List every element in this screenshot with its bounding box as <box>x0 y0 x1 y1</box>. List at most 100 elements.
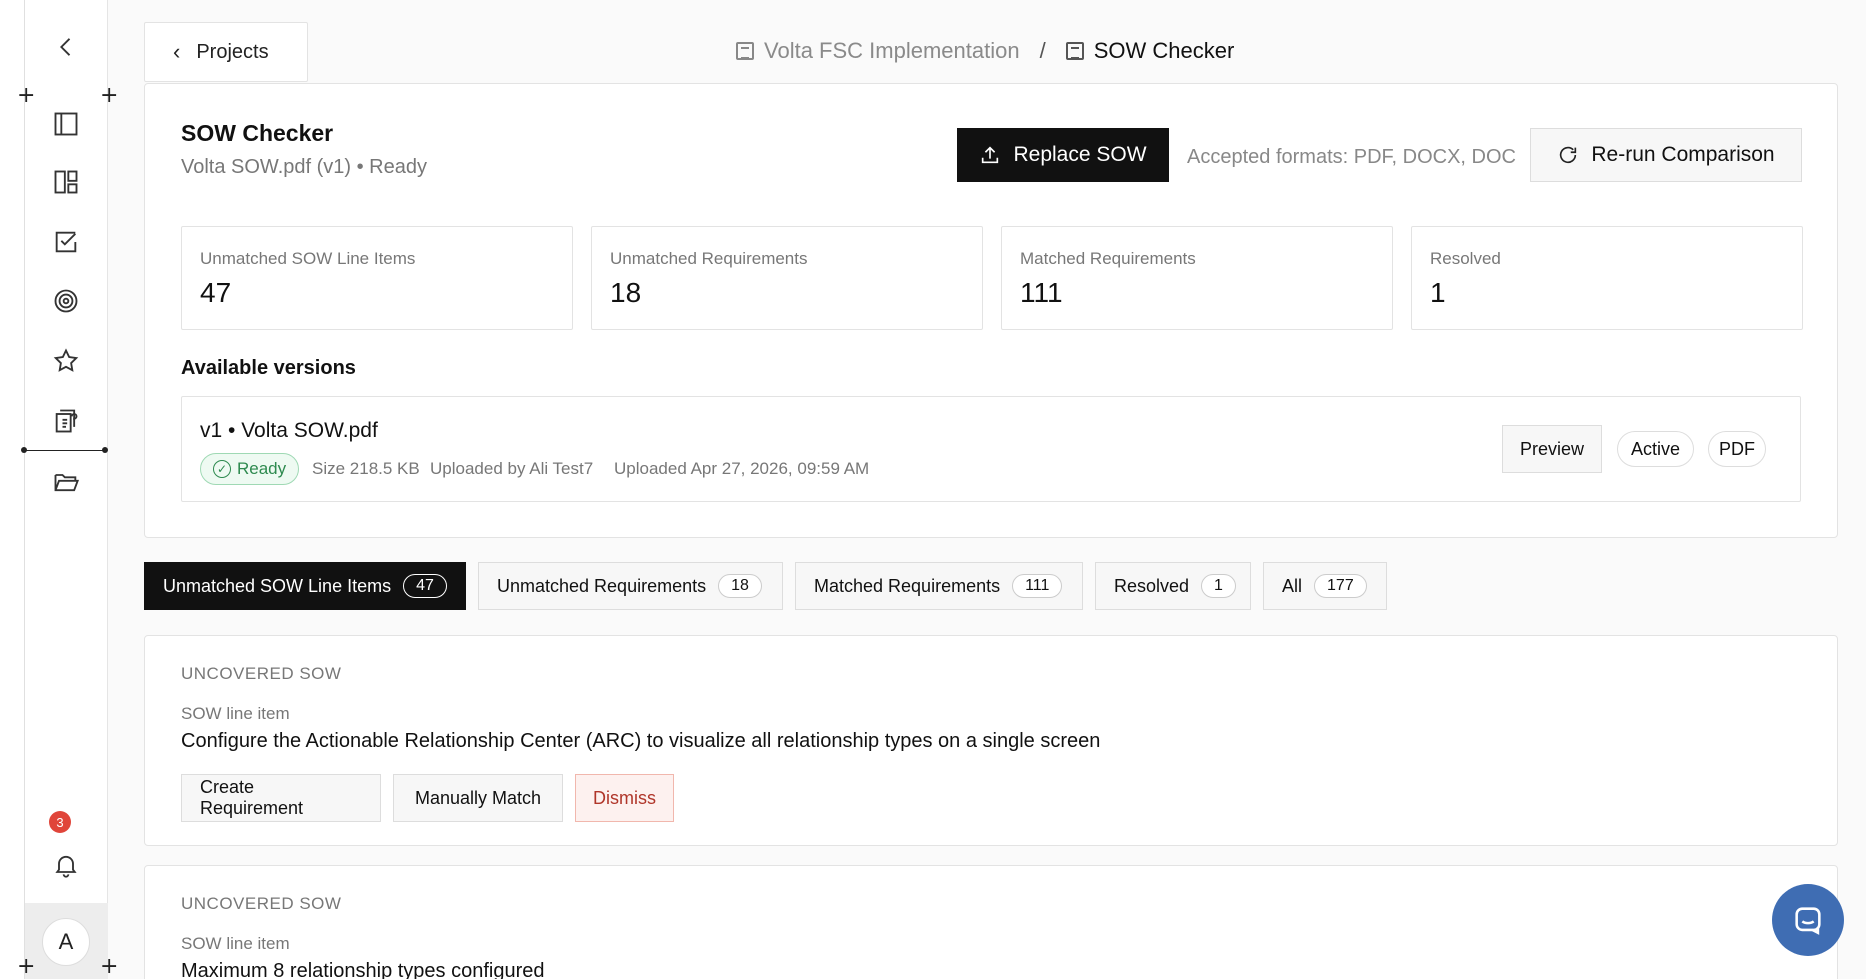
stat-value: 18 <box>610 277 642 308</box>
format-badge: PDF <box>1708 431 1766 467</box>
sidebar-item-files[interactable] <box>46 462 86 502</box>
sidebar-item-panel[interactable] <box>46 104 86 144</box>
bell-icon <box>55 855 77 878</box>
tab-label: All <box>1282 575 1303 596</box>
folder-open-icon <box>54 474 80 492</box>
document-icon <box>1065 42 1084 60</box>
dashboard-icon <box>54 170 78 194</box>
create-requirement-button[interactable]: Create Requirement <box>181 774 381 822</box>
collapse-sidebar-button[interactable] <box>46 27 86 67</box>
item-kind: UNCOVERED SOW <box>181 894 342 913</box>
crosshair-marker: + <box>17 83 36 108</box>
tab-label: Matched Requirements <box>814 575 1001 596</box>
breadcrumb-current: SOW Checker <box>1093 38 1235 63</box>
tab-count: 1 <box>1201 574 1236 598</box>
active-badge: Active <box>1617 431 1694 467</box>
notification-count-badge: 3 <box>49 811 71 833</box>
stat-unmatched-sow: Unmatched SOW Line Items 47 <box>181 226 573 330</box>
manually-match-button[interactable]: Manually Match <box>393 774 563 822</box>
rerun-comparison-button[interactable]: Re-run Comparison <box>1530 128 1802 182</box>
dismiss-button[interactable]: Dismiss <box>575 774 674 822</box>
tab-all[interactable]: All 177 <box>1263 562 1387 610</box>
tab-matched-requirements[interactable]: Matched Requirements 111 <box>795 562 1083 610</box>
item-kind: UNCOVERED SOW <box>181 664 342 683</box>
sidebar-item-tasks[interactable] <box>46 222 86 262</box>
stat-label: Unmatched SOW Line Items <box>200 249 416 268</box>
star-icon <box>53 348 79 372</box>
status-badge-label: Ready <box>237 459 287 478</box>
document-question-icon <box>55 409 78 433</box>
version-name: v1 • Volta SOW.pdf <box>200 419 378 442</box>
tab-count: 177 <box>1314 574 1367 598</box>
replace-sow-label: Replace SOW <box>1013 143 1147 166</box>
breadcrumb-separator: / <box>1039 38 1046 63</box>
stat-label: Unmatched Requirements <box>610 249 808 268</box>
sidebar-divider <box>22 450 106 451</box>
stat-label: Resolved <box>1430 249 1501 268</box>
chevron-left-icon: ‹ <box>173 39 181 64</box>
chat-launcher-button[interactable] <box>1772 884 1844 956</box>
item-sub-label: SOW line item <box>181 934 290 953</box>
sidebar-item-dashboard[interactable] <box>46 162 86 202</box>
accepted-formats: Accepted formats: PDF, DOCX, DOC <box>1187 146 1516 168</box>
tab-count: 111 <box>1012 574 1063 598</box>
check-circle-icon: ✓ <box>213 460 231 478</box>
stat-value: 47 <box>200 277 232 308</box>
sidebar: + + 3 A + + <box>0 0 118 979</box>
status-badge: ✓ Ready <box>200 453 300 485</box>
preview-button[interactable]: Preview <box>1502 425 1602 473</box>
tab-label: Resolved <box>1114 575 1190 596</box>
tab-label: Unmatched SOW Line Items <box>163 575 392 596</box>
back-button-label: Projects <box>196 40 269 63</box>
divider-handle <box>21 447 27 453</box>
rerun-comparison-label: Re-run Comparison <box>1591 143 1775 166</box>
document-icon <box>736 42 754 60</box>
crosshair-marker: + <box>100 83 119 108</box>
versions-heading: Available versions <box>181 357 356 379</box>
chevron-left-icon <box>60 38 71 56</box>
item-description: Maximum 8 relationship types configured <box>181 960 545 979</box>
file-size: Size 218.5 KB <box>312 459 420 478</box>
sow-checker-card: SOW Checker Volta SOW.pdf (v1) • Ready R… <box>144 83 1838 538</box>
version-row: v1 • Volta SOW.pdf ✓ Ready Size 218.5 KB… <box>181 396 1801 502</box>
upload-icon <box>982 146 999 164</box>
stat-value: 111 <box>1020 277 1063 308</box>
tab-label: Unmatched Requirements <box>497 575 707 596</box>
tab-unmatched-requirements[interactable]: Unmatched Requirements 18 <box>478 562 783 610</box>
uploaded-by: Uploaded by Ali Test7 <box>430 459 594 478</box>
list-item: UNCOVERED SOW SOW line item Maximum 8 re… <box>144 865 1838 979</box>
stat-label: Matched Requirements <box>1020 249 1196 268</box>
sidebar-guide-line <box>24 0 25 979</box>
replace-sow-button[interactable]: Replace SOW <box>957 128 1169 182</box>
tab-resolved[interactable]: Resolved 1 <box>1095 562 1251 610</box>
tab-count: 18 <box>718 574 762 598</box>
breadcrumb: Volta FSC Implementation / SOW Checker <box>736 38 1234 64</box>
sidebar-item-favorites[interactable] <box>46 341 86 381</box>
stat-value: 1 <box>1430 277 1446 308</box>
back-to-projects-button[interactable]: ‹ Projects <box>144 22 308 82</box>
tab-unmatched-sow[interactable]: Unmatched SOW Line Items 47 <box>144 562 466 610</box>
page-title: SOW Checker <box>181 120 334 146</box>
notifications-button[interactable] <box>46 845 86 885</box>
item-description: Configure the Actionable Relationship Ce… <box>181 730 1101 752</box>
stat-matched-requirements: Matched Requirements 111 <box>1001 226 1393 330</box>
sidebar-panel-icon <box>54 112 78 136</box>
breadcrumb-parent-link[interactable]: Volta FSC Implementation <box>764 38 1020 64</box>
sidebar-item-goals[interactable] <box>46 281 86 321</box>
stat-resolved: Resolved 1 <box>1411 226 1803 330</box>
sidebar-item-sow-checker[interactable] <box>46 401 86 441</box>
checkbox-icon <box>55 231 77 253</box>
stat-unmatched-requirements: Unmatched Requirements 18 <box>591 226 983 330</box>
target-icon <box>54 289 78 313</box>
chat-icon <box>1795 907 1821 935</box>
tab-count: 47 <box>403 574 447 598</box>
avatar[interactable]: A <box>42 918 90 966</box>
uploaded-date: Uploaded Apr 27, 2026, 09:59 AM <box>614 459 870 478</box>
divider-handle <box>102 447 108 453</box>
crosshair-marker: + <box>100 954 119 979</box>
refresh-icon <box>1560 146 1577 164</box>
document-status: Volta SOW.pdf (v1) • Ready <box>181 156 427 178</box>
item-sub-label: SOW line item <box>181 704 290 723</box>
list-item: UNCOVERED SOW SOW line item Configure th… <box>144 635 1838 846</box>
crosshair-marker: + <box>17 954 36 979</box>
